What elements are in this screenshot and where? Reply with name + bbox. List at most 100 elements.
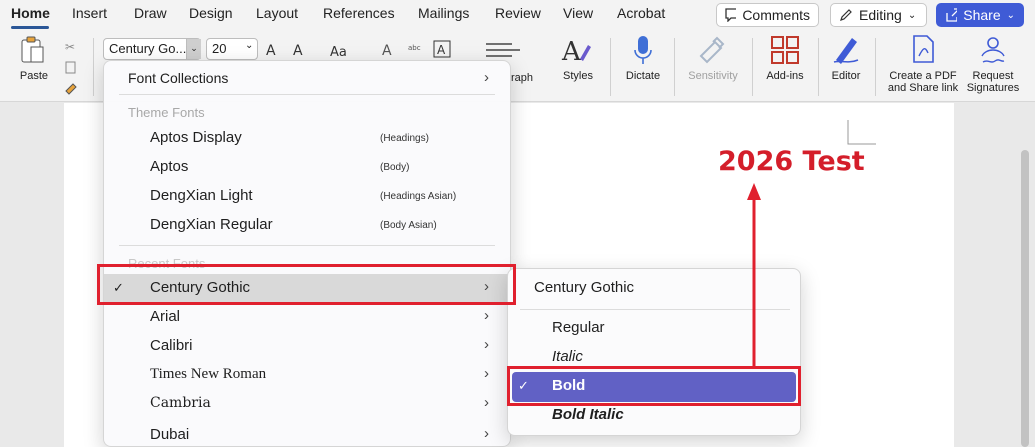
addins-label: Add-ins xyxy=(766,70,804,82)
chevron-down-icon: ⌄ xyxy=(1006,9,1015,21)
tab-references[interactable]: References xyxy=(323,5,395,21)
chevron-down-icon: ⌄ xyxy=(907,9,917,21)
font-tools-icons: A A Aa A abc A xyxy=(266,40,451,60)
tab-design[interactable]: Design xyxy=(189,5,233,21)
microphone-icon xyxy=(634,36,652,64)
tab-mailings[interactable]: Mailings xyxy=(418,5,469,21)
tab-bar: Home Insert Draw Design Layout Reference… xyxy=(0,0,1035,30)
font-collections-label: Font Collections xyxy=(128,70,229,86)
recent-font-item[interactable]: Calibri › xyxy=(104,332,510,360)
recent-font-name: Times New Roman xyxy=(150,366,267,382)
svg-text:A: A xyxy=(382,43,392,59)
vertical-scrollbar[interactable] xyxy=(1021,150,1029,447)
chevron-right-icon: › xyxy=(484,394,489,411)
editor-label: Editor xyxy=(831,70,861,82)
request-signatures-button[interactable]: Request Signatures xyxy=(962,34,1024,94)
svg-text:abc: abc xyxy=(408,44,421,52)
recent-font-item[interactable]: Cambria › xyxy=(104,390,510,418)
comment-icon xyxy=(725,8,737,22)
create-pdf-button[interactable]: Create a PDF and Share link xyxy=(884,34,962,94)
recent-font-name: Calibri xyxy=(150,337,193,354)
styles-button[interactable]: A Styles xyxy=(553,34,603,82)
tab-review[interactable]: Review xyxy=(495,5,541,21)
theme-fonts-header: Theme Fonts xyxy=(128,105,205,120)
tab-acrobat[interactable]: Acrobat xyxy=(617,5,665,21)
theme-font-role: (Headings Asian) xyxy=(380,191,457,202)
annotation-text: 2026 Test xyxy=(718,146,865,177)
theme-font-role: (Body) xyxy=(380,162,410,173)
editing-button[interactable]: Editing ⌄ xyxy=(830,3,927,27)
font-size-value: 20 xyxy=(212,41,227,56)
ribbon-separator xyxy=(610,38,611,96)
submenu-title: Century Gothic xyxy=(534,279,635,296)
recent-font-item[interactable]: Arial › xyxy=(104,303,510,331)
svg-text:Aa: Aa xyxy=(330,45,347,60)
font-name-dropdown[interactable]: ⌄ xyxy=(186,39,201,59)
dictate-label: Dictate xyxy=(625,70,661,82)
tab-home[interactable]: Home xyxy=(11,5,50,21)
paragraph-label: raph xyxy=(511,72,534,84)
font-style-submenu: Century Gothic Regular Italic ✓ Bold Bol… xyxy=(507,268,801,436)
tab-layout[interactable]: Layout xyxy=(256,5,298,21)
sensitivity-label: Sensitivity xyxy=(688,70,738,82)
styles-label: Styles xyxy=(563,70,593,82)
theme-font-role: (Body Asian) xyxy=(380,220,437,231)
chevron-right-icon: › xyxy=(484,307,489,324)
tab-view[interactable]: View xyxy=(563,5,593,21)
tab-insert[interactable]: Insert xyxy=(72,5,107,21)
highlight-box-bold xyxy=(507,366,801,406)
recent-font-name: Arial xyxy=(150,308,181,325)
editor-icon xyxy=(833,38,859,64)
ribbon-separator xyxy=(818,38,819,96)
style-italic[interactable]: Italic xyxy=(552,348,583,365)
share-button[interactable]: Share ⌄ xyxy=(936,3,1024,27)
editor-button[interactable]: Editor xyxy=(826,34,866,82)
ribbon-separator xyxy=(93,38,94,96)
share-icon xyxy=(946,8,958,22)
theme-font-item[interactable]: DengXian Light (Headings Asian) xyxy=(104,182,510,210)
style-bold-italic[interactable]: Bold Italic xyxy=(552,406,624,423)
theme-font-name: DengXian Regular xyxy=(150,216,273,233)
comments-button[interactable]: Comments xyxy=(716,3,819,27)
chevron-right-icon: › xyxy=(484,425,489,442)
menu-divider xyxy=(119,245,495,246)
svg-text:A: A xyxy=(293,43,303,59)
menu-divider xyxy=(119,94,495,95)
svg-text:A: A xyxy=(561,37,582,66)
comments-label: Comments xyxy=(742,7,810,23)
dictate-button[interactable]: Dictate xyxy=(620,34,666,82)
recent-font-name: Dubai xyxy=(150,426,190,443)
theme-font-name: Aptos xyxy=(150,158,189,175)
chevron-right-icon: › xyxy=(484,336,489,353)
active-tab-indicator xyxy=(11,26,49,29)
recent-font-item[interactable]: Times New Roman › xyxy=(104,361,510,389)
recent-font-item[interactable]: Dubai › xyxy=(104,421,510,446)
font-collections-item[interactable]: Font Collections › xyxy=(104,65,510,93)
theme-font-item[interactable]: Aptos (Body) xyxy=(104,153,510,181)
request-sig-label-2: Signatures xyxy=(966,82,1020,94)
pencil-icon xyxy=(840,9,852,21)
highlight-box-font xyxy=(97,264,516,305)
chevron-down-icon: ⌄ xyxy=(245,40,254,51)
styles-icon: A xyxy=(561,37,591,66)
paste-button[interactable]: Paste xyxy=(14,34,54,82)
create-pdf-label-2: and Share link xyxy=(887,82,959,94)
theme-font-item[interactable]: Aptos Display (Headings) xyxy=(104,124,510,152)
style-regular[interactable]: Regular xyxy=(552,319,605,336)
font-size-box[interactable]: 20 ⌄ xyxy=(206,38,258,60)
svg-text:A: A xyxy=(437,43,446,57)
margin-corner-mark xyxy=(847,120,876,145)
request-sig-label-1: Request xyxy=(972,70,1014,82)
ribbon-separator xyxy=(875,38,876,96)
menu-divider xyxy=(520,309,790,310)
sensitivity-button[interactable]: Sensitivity xyxy=(684,34,742,82)
tab-draw[interactable]: Draw xyxy=(134,5,167,21)
chevron-down-icon: ⌄ xyxy=(190,43,198,53)
signature-icon xyxy=(981,37,1005,63)
theme-font-name: DengXian Light xyxy=(150,187,253,204)
theme-font-item[interactable]: DengXian Regular (Body Asian) xyxy=(104,211,510,239)
addins-button[interactable]: Add-ins xyxy=(760,34,810,82)
ribbon-separator xyxy=(674,38,675,96)
pdf-share-icon xyxy=(913,35,934,63)
clipboard-tools-icons: ✂ xyxy=(65,40,77,95)
